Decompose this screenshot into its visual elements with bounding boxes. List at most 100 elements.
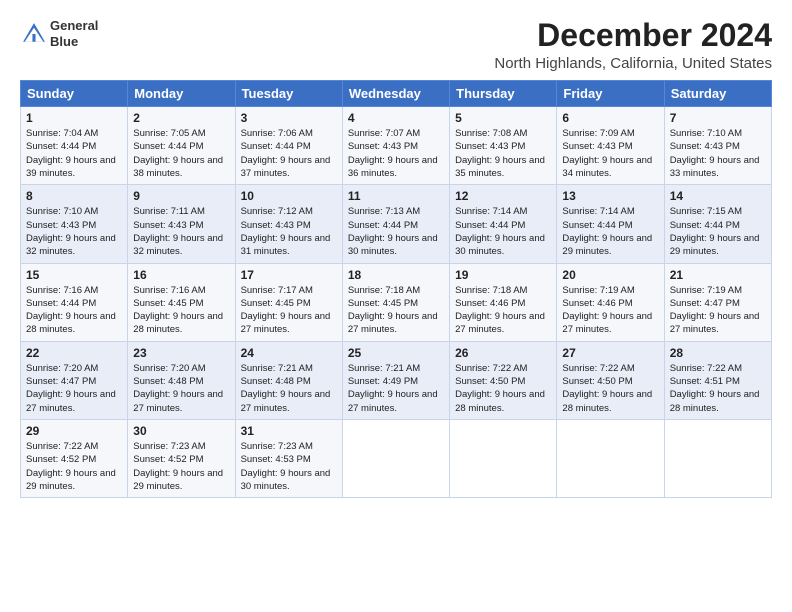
day-number: 17 bbox=[241, 268, 337, 282]
cell-text: Sunrise: 7:18 AMSunset: 4:45 PMDaylight:… bbox=[348, 285, 438, 336]
calendar-cell: 30Sunrise: 7:23 AMSunset: 4:52 PMDayligh… bbox=[128, 419, 235, 497]
day-number: 4 bbox=[348, 111, 444, 125]
cell-text: Sunrise: 7:11 AMSunset: 4:43 PMDaylight:… bbox=[133, 206, 223, 257]
calendar-cell: 9Sunrise: 7:11 AMSunset: 4:43 PMDaylight… bbox=[128, 185, 235, 263]
calendar-cell: 1 Sunrise: 7:04 AMSunset: 4:44 PMDaylight… bbox=[21, 107, 128, 185]
calendar-cell: 7 Sunrise: 7:10 AMSunset: 4:43 PMDaylight… bbox=[664, 107, 771, 185]
calendar-week-2: 8 Sunrise: 7:10 AMSunset: 4:43 PMDaylight… bbox=[21, 185, 772, 263]
location: North Highlands, California, United Stat… bbox=[494, 55, 772, 72]
day-number: 23 bbox=[133, 346, 229, 360]
cell-text: Sunrise: 7:08 AMSunset: 4:43 PMDaylight:… bbox=[455, 128, 545, 179]
header-cell-wednesday: Wednesday bbox=[342, 81, 449, 107]
header-cell-tuesday: Tuesday bbox=[235, 81, 342, 107]
day-number: 26 bbox=[455, 346, 551, 360]
day-number: 2 bbox=[133, 111, 229, 125]
calendar-cell: 6Sunrise: 7:09 AMSunset: 4:43 PMDaylight… bbox=[557, 107, 664, 185]
day-number: 7 bbox=[670, 111, 766, 125]
calendar-cell: 11Sunrise: 7:13 AMSunset: 4:44 PMDayligh… bbox=[342, 185, 449, 263]
calendar-cell: 3 Sunrise: 7:06 AMSunset: 4:44 PMDaylight… bbox=[235, 107, 342, 185]
cell-text: Sunrise: 7:05 AMSunset: 4:44 PMDaylight:… bbox=[133, 128, 223, 179]
cell-text: Sunrise: 7:23 AMSunset: 4:53 PMDaylight:… bbox=[241, 441, 331, 492]
logo-icon bbox=[20, 20, 48, 48]
cell-text: Sunrise: 7:15 AMSunset: 4:44 PMDaylight:… bbox=[670, 206, 760, 257]
day-number: 11 bbox=[348, 189, 444, 203]
day-number: 28 bbox=[670, 346, 766, 360]
calendar-cell bbox=[342, 419, 449, 497]
day-number: 8 bbox=[26, 189, 122, 203]
day-number: 25 bbox=[348, 346, 444, 360]
calendar-cell: 29 Sunrise: 7:22 AMSunset: 4:52 PMDayligh… bbox=[21, 419, 128, 497]
calendar-cell: 16Sunrise: 7:16 AMSunset: 4:45 PMDayligh… bbox=[128, 263, 235, 341]
cell-text: Sunrise: 7:20 AMSunset: 4:47 PMDaylight:… bbox=[26, 363, 116, 414]
cell-text: Sunrise: 7:14 AMSunset: 4:44 PMDaylight:… bbox=[455, 206, 545, 257]
header: General Blue December 2024 North Highlan… bbox=[20, 18, 772, 72]
logo-text: General Blue bbox=[50, 18, 98, 49]
calendar-cell: 8 Sunrise: 7:10 AMSunset: 4:43 PMDaylight… bbox=[21, 185, 128, 263]
day-number: 3 bbox=[241, 111, 337, 125]
header-cell-sunday: Sunday bbox=[21, 81, 128, 107]
calendar-cell: 17Sunrise: 7:17 AMSunset: 4:45 PMDayligh… bbox=[235, 263, 342, 341]
cell-text: Sunrise: 7:18 AMSunset: 4:46 PMDaylight:… bbox=[455, 285, 545, 336]
calendar-cell: 19 Sunrise: 7:18 AMSunset: 4:46 PMDayligh… bbox=[450, 263, 557, 341]
day-number: 18 bbox=[348, 268, 444, 282]
calendar-cell: 18 Sunrise: 7:18 AMSunset: 4:45 PMDayligh… bbox=[342, 263, 449, 341]
cell-text: Sunrise: 7:22 AMSunset: 4:51 PMDaylight:… bbox=[670, 363, 760, 414]
calendar-cell: 26 Sunrise: 7:22 AMSunset: 4:50 PMDayligh… bbox=[450, 341, 557, 419]
calendar-cell: 5Sunrise: 7:08 AMSunset: 4:43 PMDaylight… bbox=[450, 107, 557, 185]
calendar-cell: 22Sunrise: 7:20 AMSunset: 4:47 PMDayligh… bbox=[21, 341, 128, 419]
day-number: 31 bbox=[241, 424, 337, 438]
calendar-header: SundayMondayTuesdayWednesdayThursdayFrid… bbox=[21, 81, 772, 107]
calendar-cell: 24Sunrise: 7:21 AMSunset: 4:48 PMDayligh… bbox=[235, 341, 342, 419]
header-cell-thursday: Thursday bbox=[450, 81, 557, 107]
logo: General Blue bbox=[20, 18, 98, 49]
calendar-cell: 20 Sunrise: 7:19 AMSunset: 4:46 PMDayligh… bbox=[557, 263, 664, 341]
cell-text: Sunrise: 7:21 AMSunset: 4:49 PMDaylight:… bbox=[348, 363, 438, 414]
calendar-cell: 23 Sunrise: 7:20 AMSunset: 4:48 PMDayligh… bbox=[128, 341, 235, 419]
cell-text: Sunrise: 7:10 AMSunset: 4:43 PMDaylight:… bbox=[670, 128, 760, 179]
calendar-cell: 4 Sunrise: 7:07 AMSunset: 4:43 PMDaylight… bbox=[342, 107, 449, 185]
calendar-cell: 15 Sunrise: 7:16 AMSunset: 4:44 PMDayligh… bbox=[21, 263, 128, 341]
cell-text: Sunrise: 7:14 AMSunset: 4:44 PMDaylight:… bbox=[562, 206, 652, 257]
cell-text: Sunrise: 7:22 AMSunset: 4:50 PMDaylight:… bbox=[455, 363, 545, 414]
cell-text: Sunrise: 7:19 AMSunset: 4:46 PMDaylight:… bbox=[562, 285, 652, 336]
header-cell-saturday: Saturday bbox=[664, 81, 771, 107]
day-number: 13 bbox=[562, 189, 658, 203]
day-number: 1 bbox=[26, 111, 122, 125]
cell-text: Sunrise: 7:04 AMSunset: 4:44 PMDaylight:… bbox=[26, 128, 116, 179]
cell-text: Sunrise: 7:22 AMSunset: 4:52 PMDaylight:… bbox=[26, 441, 116, 492]
calendar-cell: 25 Sunrise: 7:21 AMSunset: 4:49 PMDayligh… bbox=[342, 341, 449, 419]
cell-text: Sunrise: 7:06 AMSunset: 4:44 PMDaylight:… bbox=[241, 128, 331, 179]
calendar-cell: 10 Sunrise: 7:12 AMSunset: 4:43 PMDayligh… bbox=[235, 185, 342, 263]
calendar-cell: 21 Sunrise: 7:19 AMSunset: 4:47 PMDayligh… bbox=[664, 263, 771, 341]
day-number: 27 bbox=[562, 346, 658, 360]
cell-text: Sunrise: 7:20 AMSunset: 4:48 PMDaylight:… bbox=[133, 363, 223, 414]
cell-text: Sunrise: 7:19 AMSunset: 4:47 PMDaylight:… bbox=[670, 285, 760, 336]
calendar-table: SundayMondayTuesdayWednesdayThursdayFrid… bbox=[20, 80, 772, 498]
day-number: 29 bbox=[26, 424, 122, 438]
calendar-week-4: 22Sunrise: 7:20 AMSunset: 4:47 PMDayligh… bbox=[21, 341, 772, 419]
cell-text: Sunrise: 7:16 AMSunset: 4:45 PMDaylight:… bbox=[133, 285, 223, 336]
calendar-week-5: 29 Sunrise: 7:22 AMSunset: 4:52 PMDayligh… bbox=[21, 419, 772, 497]
calendar-cell bbox=[450, 419, 557, 497]
calendar-week-3: 15 Sunrise: 7:16 AMSunset: 4:44 PMDayligh… bbox=[21, 263, 772, 341]
cell-text: Sunrise: 7:09 AMSunset: 4:43 PMDaylight:… bbox=[562, 128, 652, 179]
day-number: 10 bbox=[241, 189, 337, 203]
header-cell-monday: Monday bbox=[128, 81, 235, 107]
calendar-cell: 14Sunrise: 7:15 AMSunset: 4:44 PMDayligh… bbox=[664, 185, 771, 263]
day-number: 19 bbox=[455, 268, 551, 282]
calendar-cell: 27 Sunrise: 7:22 AMSunset: 4:50 PMDayligh… bbox=[557, 341, 664, 419]
cell-text: Sunrise: 7:12 AMSunset: 4:43 PMDaylight:… bbox=[241, 206, 331, 257]
calendar-cell: 28 Sunrise: 7:22 AMSunset: 4:51 PMDayligh… bbox=[664, 341, 771, 419]
calendar-cell: 2 Sunrise: 7:05 AMSunset: 4:44 PMDaylight… bbox=[128, 107, 235, 185]
cell-text: Sunrise: 7:21 AMSunset: 4:48 PMDaylight:… bbox=[241, 363, 331, 414]
cell-text: Sunrise: 7:23 AMSunset: 4:52 PMDaylight:… bbox=[133, 441, 223, 492]
calendar-cell: 12Sunrise: 7:14 AMSunset: 4:44 PMDayligh… bbox=[450, 185, 557, 263]
day-number: 20 bbox=[562, 268, 658, 282]
day-number: 15 bbox=[26, 268, 122, 282]
cell-text: Sunrise: 7:22 AMSunset: 4:50 PMDaylight:… bbox=[562, 363, 652, 414]
calendar-week-1: 1 Sunrise: 7:04 AMSunset: 4:44 PMDaylight… bbox=[21, 107, 772, 185]
cell-text: Sunrise: 7:16 AMSunset: 4:44 PMDaylight:… bbox=[26, 285, 116, 336]
cell-text: Sunrise: 7:10 AMSunset: 4:43 PMDaylight:… bbox=[26, 206, 116, 257]
day-number: 21 bbox=[670, 268, 766, 282]
cell-text: Sunrise: 7:07 AMSunset: 4:43 PMDaylight:… bbox=[348, 128, 438, 179]
